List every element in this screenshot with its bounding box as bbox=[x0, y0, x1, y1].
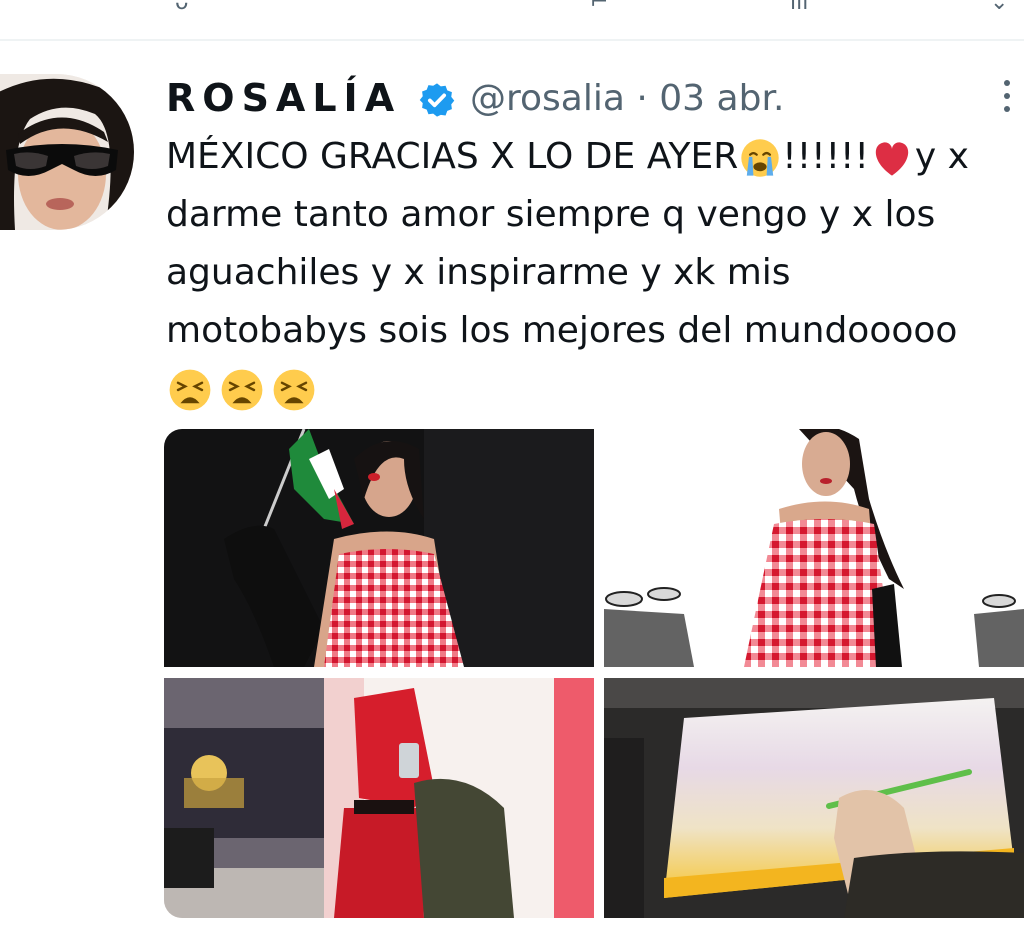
weary-face-emoji bbox=[273, 369, 315, 411]
tweet-text-segment: !!!!!! bbox=[782, 136, 869, 177]
weary-face-emoji bbox=[169, 369, 211, 411]
share-icon[interactable]: ⌄ bbox=[990, 0, 1008, 15]
verified-badge-icon bbox=[419, 83, 455, 117]
tweet-photo-2[interactable] bbox=[604, 429, 1024, 667]
crying-face-emoji bbox=[741, 139, 779, 177]
handle-and-date: @rosalia · 03 abr. bbox=[470, 78, 784, 119]
tweet-line-2: darme tanto amor siempre q vengo y x los bbox=[166, 194, 936, 235]
red-heart-emoji bbox=[875, 142, 909, 176]
tweet-line-1: MÉXICO GRACIAS X LO DE AYER !!!!!! y x bbox=[166, 128, 1024, 186]
reply-icon[interactable]: ᴗ bbox=[175, 0, 188, 15]
previous-tweet-action-bar: ᴗ ⌐ ııı ⌄ bbox=[0, 0, 1024, 40]
tweet-photo-1[interactable] bbox=[164, 429, 594, 667]
views-icon[interactable]: ııı bbox=[790, 0, 808, 15]
retweet-icon[interactable]: ⌐ bbox=[590, 0, 608, 15]
tweet-photo-3[interactable] bbox=[164, 678, 594, 918]
tweet-line-3: aguachiles y x inspirarme y xk mis bbox=[166, 252, 791, 293]
avatar[interactable] bbox=[0, 74, 134, 230]
author-handle[interactable]: @rosalia bbox=[470, 78, 625, 119]
tweet-photo-4[interactable] bbox=[604, 678, 1024, 918]
tweet-text-segment: MÉXICO GRACIAS X LO DE AYER bbox=[166, 136, 739, 177]
tweet-text-segment: y x bbox=[914, 136, 969, 177]
tweet-date[interactable]: 03 abr. bbox=[659, 78, 784, 119]
separator-dot: · bbox=[636, 78, 648, 119]
author-name[interactable]: ROSALÍA bbox=[166, 76, 401, 120]
tweet-text: MÉXICO GRACIAS X LO DE AYER !!!!!! y x d… bbox=[166, 128, 1024, 418]
tweet-divider bbox=[0, 39, 1024, 41]
tweet-line-4: motobabys sois los mejores del mundooooo bbox=[166, 310, 958, 351]
weary-face-emoji bbox=[221, 369, 263, 411]
more-options-icon[interactable] bbox=[1002, 80, 1012, 116]
tweet-line-5 bbox=[166, 360, 1024, 418]
